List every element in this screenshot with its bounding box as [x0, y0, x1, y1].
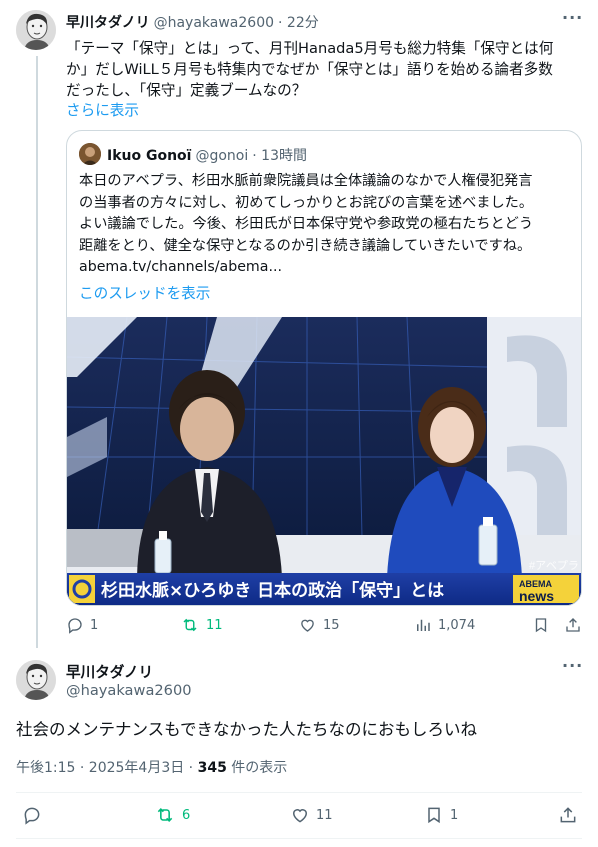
bookmark-button[interactable] — [532, 616, 550, 634]
views-label: 件の表示 — [226, 760, 288, 776]
main-tweet-text: 社会のメンテナンスもできなかった人たちなのにおもしろいね — [16, 720, 478, 739]
repost-button[interactable]: 6 — [154, 805, 190, 825]
analytics-icon — [417, 619, 430, 631]
like-button[interactable]: 15 — [298, 616, 340, 634]
media-caption: 杉田水脈×ひろゆき 日本の政治「保守」とは — [101, 580, 444, 601]
quoted-text-line: 本日のアベプラ、杉田水脈前衆院議員は全体議論のなかで人権侵犯発言 — [79, 173, 533, 189]
quoted-text-line: よい議論でした。今後、杉田氏が日本保守党や参政党の極右たちとどう — [79, 216, 534, 232]
view-count: 345 — [197, 760, 227, 776]
reply-tweet[interactable]: 早川タダノリ @hayakawa2600 · 22分 ··· 「テーマ「保守」と… — [0, 0, 598, 660]
quoted-user-avatar — [79, 143, 101, 165]
bookmark-icon — [428, 807, 440, 824]
tweet-timestamp[interactable]: 午後1:15 · 2025年4月3日 · — [16, 760, 198, 776]
tweet-meta: 午後1:15 · 2025年4月3日 · 345 件の表示 — [16, 757, 287, 777]
reply-icon — [68, 618, 82, 634]
user-avatar[interactable] — [16, 660, 56, 700]
media-hashtag: #アベプラ — [529, 559, 579, 572]
quoted-user-handle: @gonoi — [195, 148, 249, 164]
display-name[interactable]: 早川タダノリ — [66, 12, 150, 32]
abema-logo-bottom: news — [519, 588, 554, 604]
quoted-text-line: の当事者の方々に対し、初めてしっかりとお詫びの言葉を述べました。 — [79, 194, 534, 211]
like-button[interactable]: 11 — [290, 805, 333, 825]
divider — [16, 792, 582, 793]
repost-count: 11 — [206, 617, 223, 633]
tweet-header: 早川タダノリ @hayakawa2600 · 22分 — [66, 12, 319, 32]
show-more-link[interactable]: さらに表示 — [66, 99, 139, 120]
heart-icon — [301, 619, 314, 632]
user-handle[interactable]: @hayakawa2600 — [66, 682, 192, 699]
divider — [16, 838, 582, 839]
more-options-icon[interactable]: ··· — [562, 10, 582, 32]
reply-icon — [24, 807, 40, 825]
share-icon — [566, 618, 580, 632]
share-icon — [560, 807, 576, 823]
video-thumbnail[interactable]: #アベプラ 杉田水脈×ひろゆき 日本の政治「保守」とは ABEMA news — [67, 317, 581, 605]
tweet-text: 「テーマ「保守」とは」って、月刊Hanada5月号も総力特集「保守とは何 か」だ… — [66, 38, 566, 101]
reply-button[interactable]: 1 — [66, 616, 98, 634]
view-count: 1,074 — [438, 617, 476, 633]
tweet-text-line: だったし、「保守」定義ブームなの？ — [66, 82, 307, 99]
repost-icon — [157, 808, 173, 822]
show-thread-link[interactable]: このスレッドを表示 — [79, 282, 210, 303]
reply-button[interactable] — [22, 805, 42, 825]
user-avatar[interactable] — [16, 10, 56, 50]
like-count: 11 — [316, 807, 333, 823]
bookmark-button[interactable]: 1 — [424, 805, 458, 825]
quoted-tweet-header: Ikuo Gonoï @gonoi · 13時間 — [107, 145, 307, 165]
quoted-text-line: 距離をとり、健全な保守となるのか引き続き議論していきたいですね。 — [79, 237, 532, 254]
views-button[interactable]: 1,074 — [414, 616, 475, 634]
share-button[interactable] — [558, 805, 578, 825]
bookmark-icon — [535, 618, 547, 633]
reply-count: 1 — [90, 617, 99, 633]
tweet-time[interactable]: · 22分 — [278, 12, 319, 32]
quoted-link: abema.tv/channels/abema... — [79, 259, 282, 275]
display-name[interactable]: 早川タダノリ — [66, 661, 153, 682]
more-options-icon[interactable]: ··· — [562, 658, 582, 680]
repost-count: 6 — [182, 807, 191, 823]
quoted-tweet-time: · 13時間 — [252, 148, 307, 164]
tweet-text-line: 「テーマ「保守」とは」って、月刊Hanada5月号も総力特集「保守とは何 — [66, 40, 554, 57]
share-button[interactable] — [564, 616, 582, 634]
tweet-text-line: か」だしWiLL５月号も特集内でなぜか「保守とは」語りを始める論者多数 — [66, 61, 553, 78]
user-handle[interactable]: @hayakawa2600 — [154, 15, 274, 31]
quoted-tweet-text: 本日のアベプラ、杉田水脈前衆院議員は全体議論のなかで人権侵犯発言 の当事者の方々… — [79, 171, 573, 279]
repost-button[interactable]: 11 — [180, 616, 223, 634]
heart-icon — [292, 809, 308, 823]
like-count: 15 — [323, 617, 340, 633]
quoted-display-name: Ikuo Gonoï — [107, 148, 192, 164]
quoted-tweet-card[interactable]: Ikuo Gonoï @gonoi · 13時間 本日のアベプラ、杉田水脈前衆院… — [66, 130, 582, 606]
bookmark-count: 1 — [450, 807, 459, 823]
repost-icon — [183, 618, 197, 632]
